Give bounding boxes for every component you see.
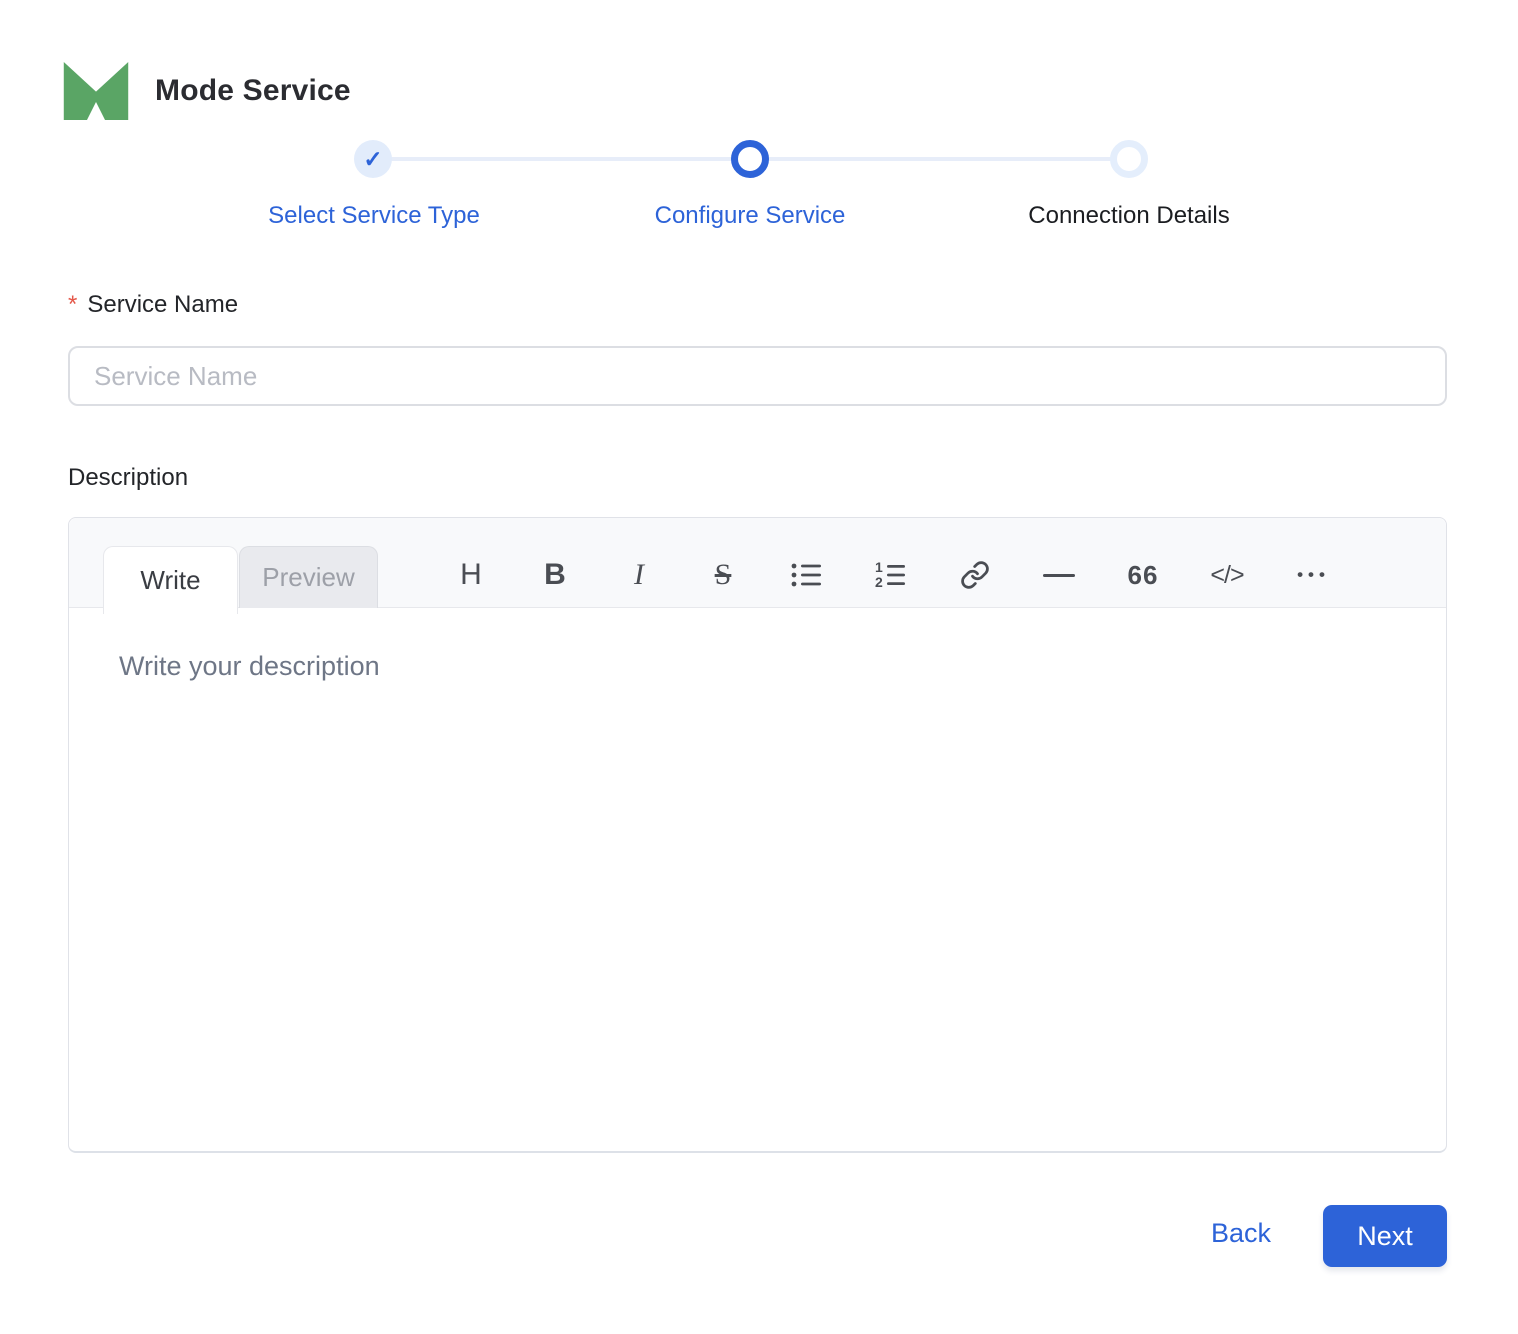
step-label-connection-details[interactable]: Connection Details [1028, 202, 1229, 230]
italic-icon[interactable]: I [597, 554, 681, 596]
back-button[interactable]: Back [1211, 1218, 1271, 1249]
service-name-label: * Service Name [68, 291, 238, 319]
more-icon[interactable]: ••• [1269, 554, 1353, 596]
checkmark-icon: ✓ [363, 145, 383, 172]
tab-write[interactable]: Write [103, 546, 238, 614]
toolbar-icons: H B I S 1 2 66 </> ••• [429, 554, 1353, 596]
step-label-configure-service[interactable]: Configure Service [655, 202, 846, 230]
step-label-select-service-type[interactable]: Select Service Type [268, 202, 480, 230]
code-icon[interactable]: </> [1185, 554, 1269, 596]
page-title: Mode Service [155, 74, 351, 107]
svg-text:2: 2 [875, 574, 883, 589]
svg-text:1: 1 [875, 561, 883, 575]
numbered-list-icon[interactable]: 1 2 [849, 554, 933, 596]
description-textarea[interactable] [69, 609, 1446, 1151]
horizontal-rule-icon[interactable] [1017, 554, 1101, 596]
page: Mode Service ✓ Select Service Type Confi… [0, 0, 1518, 1334]
service-name-label-text: Service Name [87, 291, 239, 318]
link-icon[interactable] [933, 554, 1017, 596]
step-upcoming-circle[interactable] [1110, 140, 1148, 178]
editor-toolbar: Write Preview H B I S 1 2 66 </> ••• [69, 518, 1446, 614]
description-label: Description [68, 464, 189, 491]
service-name-input[interactable] [68, 346, 1447, 406]
next-button[interactable]: Next [1323, 1205, 1447, 1267]
step-current-circle[interactable] [731, 140, 769, 178]
header: Mode Service [63, 62, 351, 120]
strikethrough-icon[interactable]: S [681, 554, 765, 596]
required-asterisk: * [68, 291, 78, 318]
editor-body [69, 609, 1446, 1151]
quote-icon[interactable]: 66 [1101, 554, 1185, 596]
bold-icon[interactable]: B [513, 554, 597, 596]
step-completed-circle[interactable]: ✓ [354, 140, 392, 178]
description-editor: Write Preview H B I S 1 2 66 </> ••• Wri… [68, 517, 1447, 1153]
stepper: ✓ Select Service Type Configure Service … [68, 140, 1447, 240]
bullet-list-icon[interactable] [765, 554, 849, 596]
heading-icon[interactable]: H [429, 554, 513, 596]
tab-preview[interactable]: Preview [239, 546, 378, 608]
mode-logo-icon [63, 62, 129, 120]
